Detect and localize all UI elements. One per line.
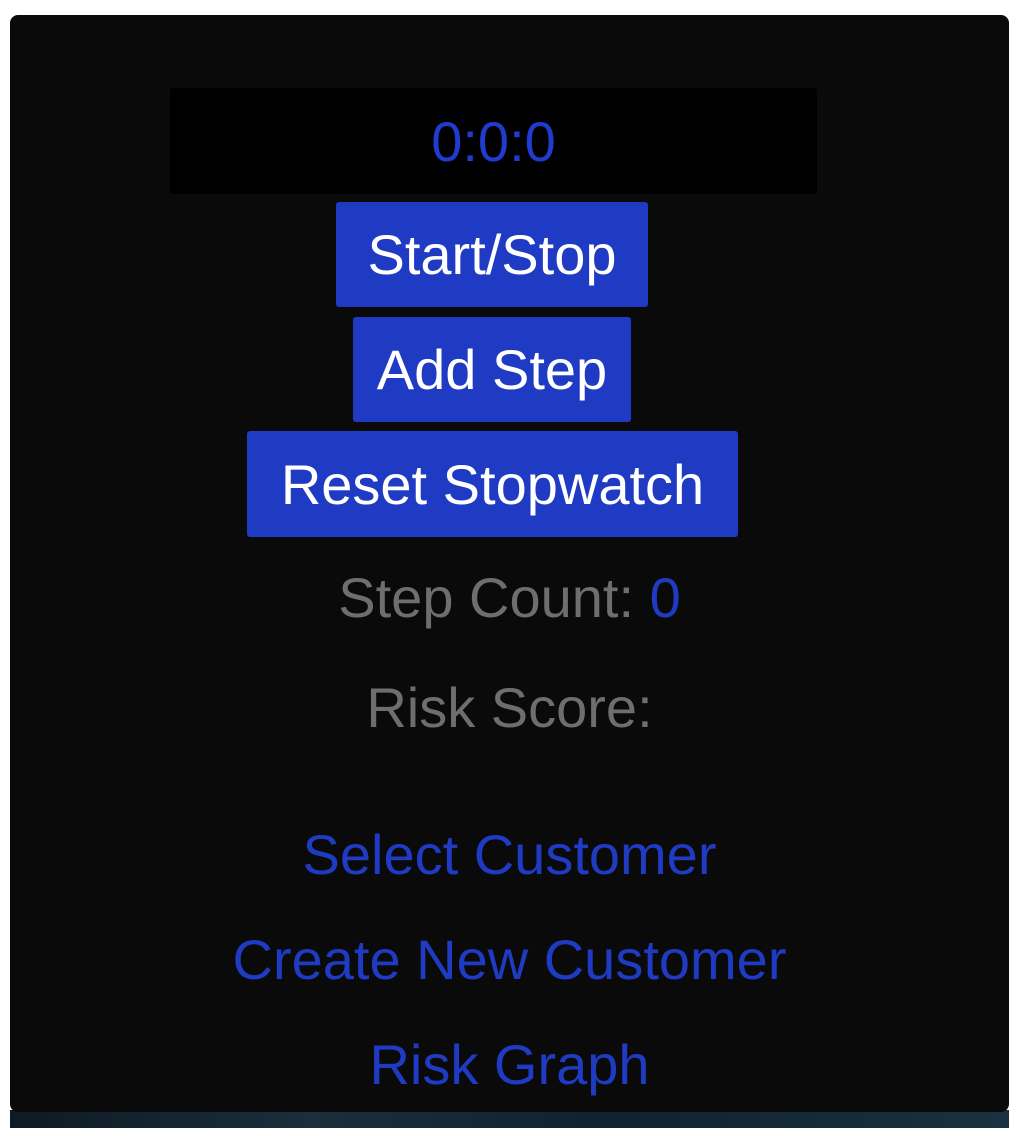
stopwatch-panel: 0:0:0 Start/Stop Add Step Reset Stopwatc… xyxy=(10,15,1009,1112)
start-stop-button[interactable]: Start/Stop xyxy=(336,202,648,307)
step-count-value: 0 xyxy=(649,566,681,629)
risk-score-row: Risk Score: xyxy=(10,675,1009,740)
create-customer-link[interactable]: Create New Customer xyxy=(10,927,1009,992)
reset-stopwatch-button[interactable]: Reset Stopwatch xyxy=(247,431,738,537)
risk-score-label: Risk Score: xyxy=(366,676,653,739)
select-customer-link[interactable]: Select Customer xyxy=(10,822,1009,887)
step-count-row: Step Count: 0 xyxy=(10,565,1009,630)
background-strip xyxy=(10,1110,1009,1128)
timer-display: 0:0:0 xyxy=(170,88,817,194)
step-count-label: Step Count: xyxy=(338,566,635,629)
add-step-button[interactable]: Add Step xyxy=(353,317,631,422)
timer-value: 0:0:0 xyxy=(431,109,556,173)
risk-graph-link[interactable]: Risk Graph xyxy=(10,1032,1009,1097)
